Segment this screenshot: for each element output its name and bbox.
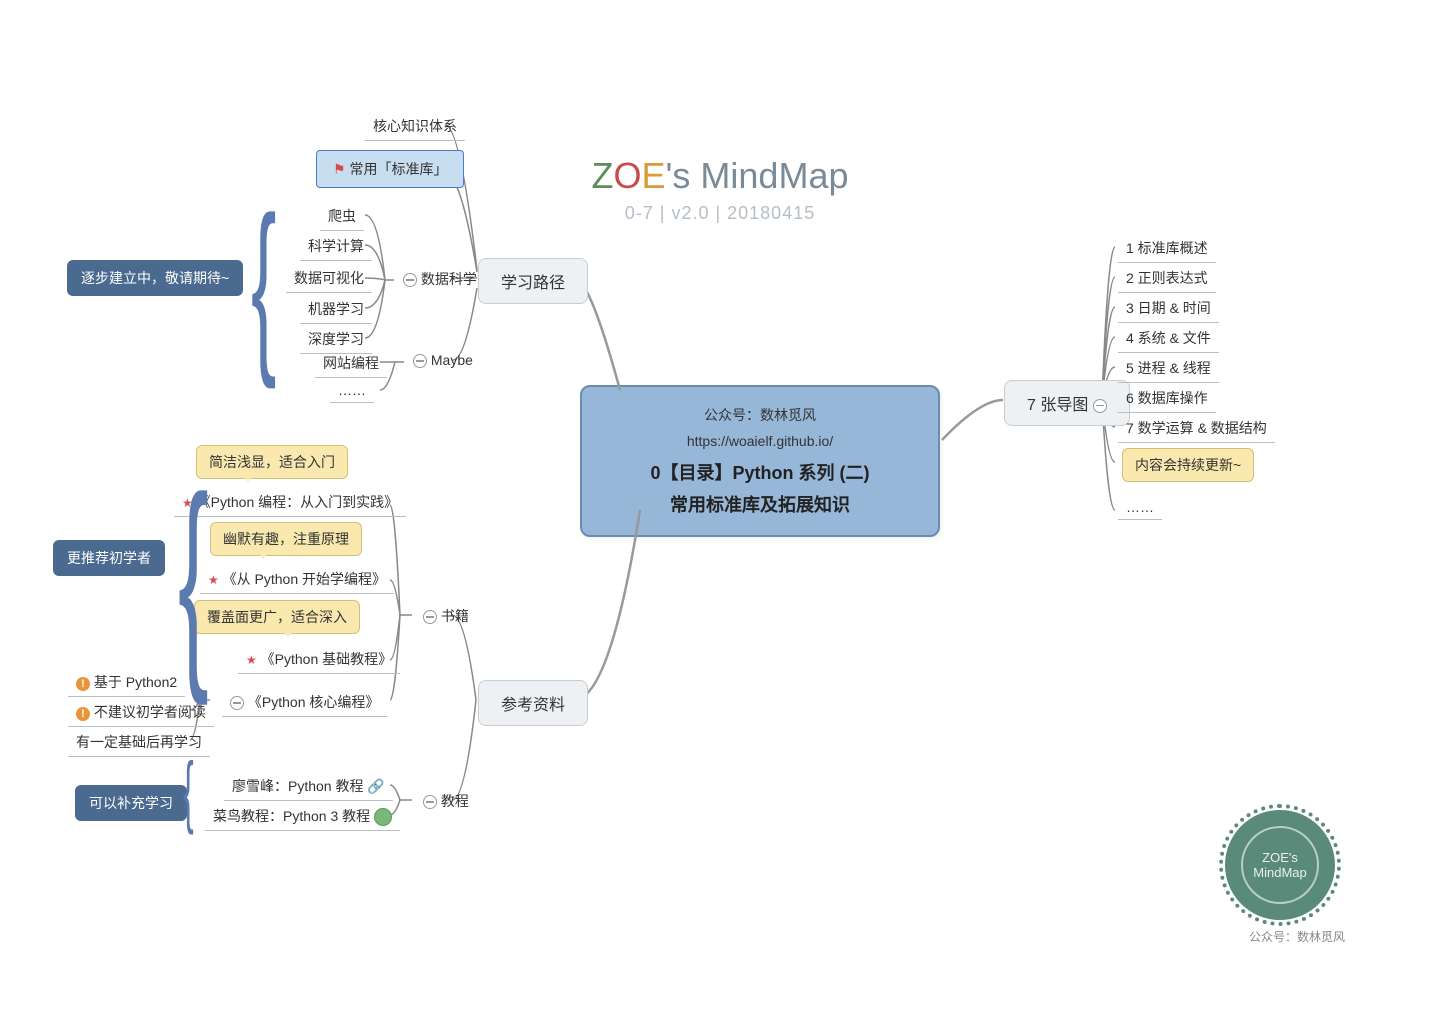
leaf-map-6: 6 数据库操作: [1118, 384, 1216, 413]
leaf-ds-crawler: 爬虫: [320, 202, 364, 231]
link-icon: 🔗: [367, 778, 384, 794]
leaf-map-4: 4 系统 & 文件: [1118, 324, 1219, 353]
logo-o: O: [614, 155, 642, 196]
leaf-tutorial-1: 廖雪峰：Python 教程 🔗: [224, 772, 393, 801]
header-subtitle: 0-7 | v2.0 | 20180415: [0, 203, 1440, 224]
leaf-book-3: ★ 《Python 基础教程》: [238, 645, 400, 674]
leaf-map-3: 3 日期 & 时间: [1118, 294, 1219, 323]
badge-wip: 逐步建立中，敬请期待~: [67, 260, 243, 296]
central-account: 公众号：数林觅风: [602, 405, 918, 425]
star-icon: ★: [208, 573, 219, 587]
leaf-ds-viz: 数据可视化: [286, 264, 372, 293]
leaf-core-knowledge: 核心知识体系: [365, 112, 465, 141]
minus-icon[interactable]: [423, 795, 437, 809]
badge-beginner: 更推荐初学者: [53, 540, 165, 576]
logo-e: E: [642, 155, 666, 196]
badge-supplement: 可以补充学习: [75, 785, 187, 821]
leaf-tutorial-2: 菜鸟教程：Python 3 教程: [205, 802, 400, 831]
minus-icon[interactable]: [230, 696, 244, 710]
leaf-core-note-1: ! 基于 Python2: [68, 668, 185, 697]
seal-line1: ZOE's: [1262, 850, 1298, 865]
note-book-1: 简洁浅显，适合入门: [196, 445, 348, 479]
leaf-core-prog: 《Python 核心编程》: [222, 688, 387, 717]
leaf-map-1: 1 标准库概述: [1118, 234, 1216, 263]
logo-seal: ZOE's MindMap: [1225, 810, 1335, 920]
leaf-tutorials: 教程: [415, 787, 477, 815]
brace-icon: {: [251, 175, 276, 393]
leaf-books: 书籍: [415, 602, 477, 630]
central-url: https://woaielf.github.io/: [602, 433, 918, 449]
site-icon: [374, 808, 392, 826]
leaf-maybe-web: 网站编程: [315, 349, 387, 378]
branch-learning-path: 学习路径: [478, 258, 588, 304]
note-book-2: 幽默有趣，注重原理: [210, 522, 362, 556]
leaf-book-2: ★ 《从 Python 开始学编程》: [200, 565, 394, 594]
seal-line2: MindMap: [1253, 865, 1306, 880]
leaf-data-science: 数据科学: [395, 265, 485, 293]
branch-maps: 7 张导图: [1004, 380, 1130, 426]
brace-icon: {: [183, 745, 194, 837]
leaf-map-2: 2 正则表达式: [1118, 264, 1216, 293]
note-book-3: 覆盖面更广，适合深入: [194, 600, 360, 634]
minus-icon[interactable]: [403, 273, 417, 287]
logo-rest: 's MindMap: [666, 155, 849, 196]
minus-icon[interactable]: [423, 610, 437, 624]
leaf-map-7: 7 数学运算 & 数据结构: [1118, 414, 1275, 443]
central-node: 公众号：数林觅风 https://woaielf.github.io/ 0【目录…: [580, 385, 940, 537]
leaf-ds-scicalc: 科学计算: [300, 232, 372, 261]
warn-icon: !: [76, 677, 90, 691]
leaf-std-lib: ⚑ 常用「标准库」: [316, 150, 464, 188]
branch-references: 参考资料: [478, 680, 588, 726]
central-title-2: 常用标准库及拓展知识: [602, 491, 918, 517]
header-title: ZOE's MindMap: [0, 155, 1440, 197]
leaf-maybe-more: ……: [330, 378, 374, 403]
minus-icon[interactable]: [413, 354, 427, 368]
header: ZOE's MindMap 0-7 | v2.0 | 20180415: [0, 155, 1440, 224]
leaf-book-1: ★ 《Python 编程：从入门到实践》: [174, 488, 406, 517]
brace-icon: {: [178, 445, 209, 710]
leaf-ds-ml: 机器学习: [300, 295, 372, 324]
note-maps-update: 内容会持续更新~: [1122, 448, 1254, 482]
leaf-maybe: Maybe: [405, 348, 481, 372]
leaf-map-5: 5 进程 & 线程: [1118, 354, 1219, 383]
logo-z: Z: [592, 155, 614, 196]
flag-icon: ⚑: [333, 161, 346, 177]
central-title-1: 0【目录】Python 系列 (二): [602, 459, 918, 485]
seal-caption: 公众号：数林觅风: [1249, 928, 1345, 945]
warn-icon: !: [76, 707, 90, 721]
leaf-map-more: ……: [1118, 495, 1162, 520]
minus-icon[interactable]: [1093, 399, 1107, 413]
star-icon: ★: [246, 653, 257, 667]
